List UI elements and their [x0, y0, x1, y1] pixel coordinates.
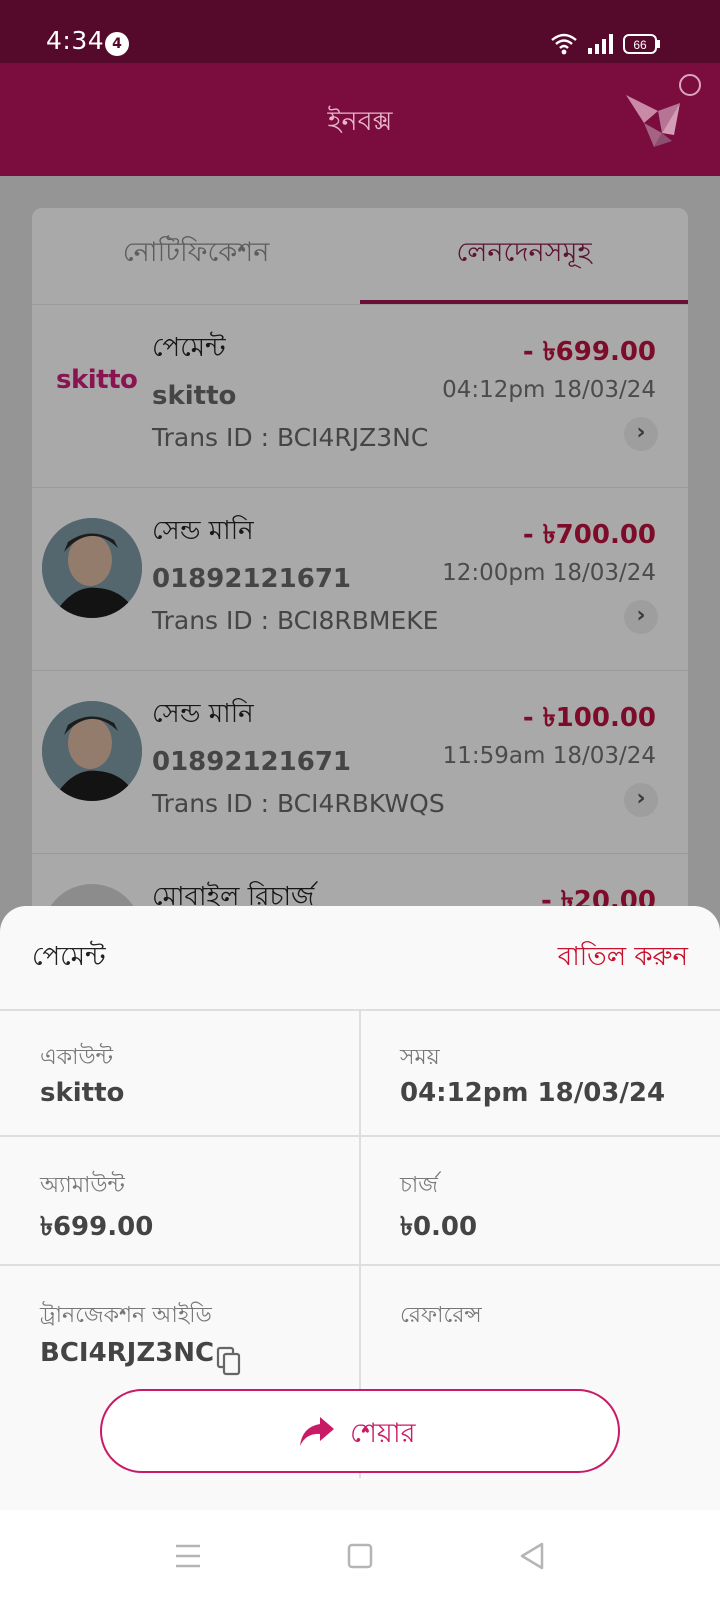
time-label: সময়: [400, 1045, 440, 1070]
battery-icon: 66: [623, 34, 660, 54]
wifi-icon: [551, 33, 577, 49]
status-icons: 66: [551, 33, 660, 55]
account-label: একাউন্ট: [40, 1045, 113, 1070]
nav-home-icon[interactable]: [340, 1536, 380, 1576]
status-time: 4:34: [46, 26, 105, 55]
charge-label: চার্জ: [400, 1173, 438, 1198]
account-value: skitto: [40, 1078, 125, 1108]
sheet-title: পেমেন্ট: [32, 942, 106, 972]
battery-level: 66: [633, 38, 647, 52]
cancel-button[interactable]: বাতিল করুন: [558, 936, 688, 980]
system-nav-bar: [0, 1510, 720, 1600]
page-title: ইনবক্স: [327, 106, 393, 137]
nav-back-icon[interactable]: [512, 1536, 552, 1576]
share-arrow-icon: [300, 1417, 334, 1446]
txn-id-label: ট্রানজেকশন আইডি: [40, 1303, 212, 1328]
amount-value: ৳699.00: [40, 1212, 154, 1242]
nav-menu-icon[interactable]: [168, 1536, 208, 1576]
app-header: ইনবক্স: [0, 63, 720, 176]
signal-icon: [588, 34, 613, 54]
status-bar: 4:34 4 66: [0, 0, 720, 63]
transaction-detail-sheet: পেমেন্ট বাতিল করুন একাউন্ট skitto সময় 0…: [0, 906, 720, 1510]
share-button[interactable]: শেয়ার: [100, 1389, 620, 1473]
bkash-bird-logo-icon: [626, 74, 701, 147]
txn-id-value: BCI4RJZ3NC: [40, 1338, 215, 1368]
time-value: 04:12pm 18/03/24: [400, 1078, 666, 1108]
charge-value: ৳0.00: [400, 1212, 478, 1242]
notification-count-badge: 4: [105, 32, 129, 56]
share-label: শেয়ার: [350, 1418, 416, 1449]
copy-icon[interactable]: [216, 1346, 242, 1376]
amount-label: অ্যামাউন্ট: [40, 1173, 125, 1198]
reference-label: রেফারেন্স: [400, 1303, 482, 1328]
